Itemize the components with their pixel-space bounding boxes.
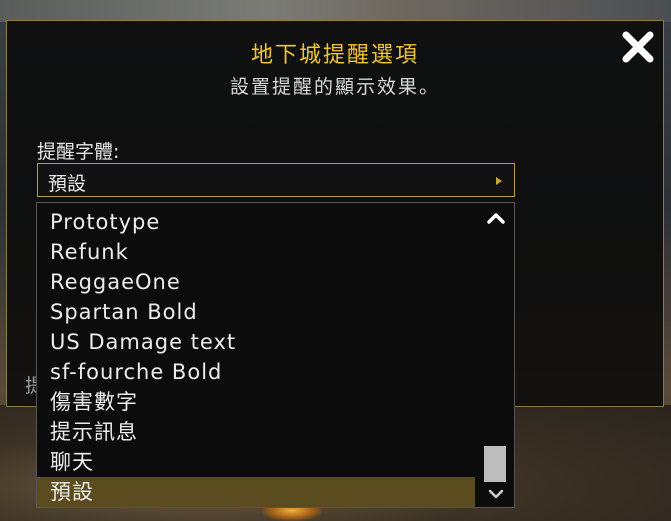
font-option-damage-numbers[interactable]: 傷害數字 [37, 387, 477, 417]
font-option-hint-message[interactable]: 提示訊息 [37, 417, 477, 447]
scroll-up-button[interactable] [485, 207, 507, 229]
game-background-top [0, 0, 671, 22]
font-option-us-damage-text[interactable]: US Damage text [37, 327, 477, 357]
font-option-chat[interactable]: 聊天 [37, 447, 477, 477]
chevron-up-icon [487, 213, 505, 224]
font-option-spartan-bold[interactable]: Spartan Bold [37, 297, 477, 327]
triangle-right-icon [496, 177, 502, 185]
close-button[interactable] [618, 27, 658, 67]
font-option-sf-fourche-bold[interactable]: sf-fourche Bold [37, 357, 477, 387]
dialog-title: 地下城提醒選項 [250, 43, 419, 68]
font-option-default[interactable]: 預設 [37, 477, 475, 507]
close-icon [622, 31, 654, 63]
alert-font-label: 提醒字體: [37, 141, 120, 163]
font-option-reggaeone[interactable]: ReggaeOne [37, 267, 477, 297]
alert-font-dropdown[interactable]: 預設 [37, 163, 515, 197]
scrollbar-thumb[interactable] [484, 446, 506, 482]
dialog-subtitle: 設置提醒的顯示效果。 [229, 76, 440, 98]
font-options-list: Prototype Refunk ReggaeOne Spartan Bold … [36, 202, 515, 508]
alert-font-selected-value: 預設 [48, 173, 87, 195]
scroll-down-button[interactable] [485, 483, 507, 505]
font-option-prototype[interactable]: Prototype [37, 207, 477, 237]
font-option-refunk[interactable]: Refunk [37, 237, 477, 267]
chevron-down-icon [488, 489, 504, 499]
